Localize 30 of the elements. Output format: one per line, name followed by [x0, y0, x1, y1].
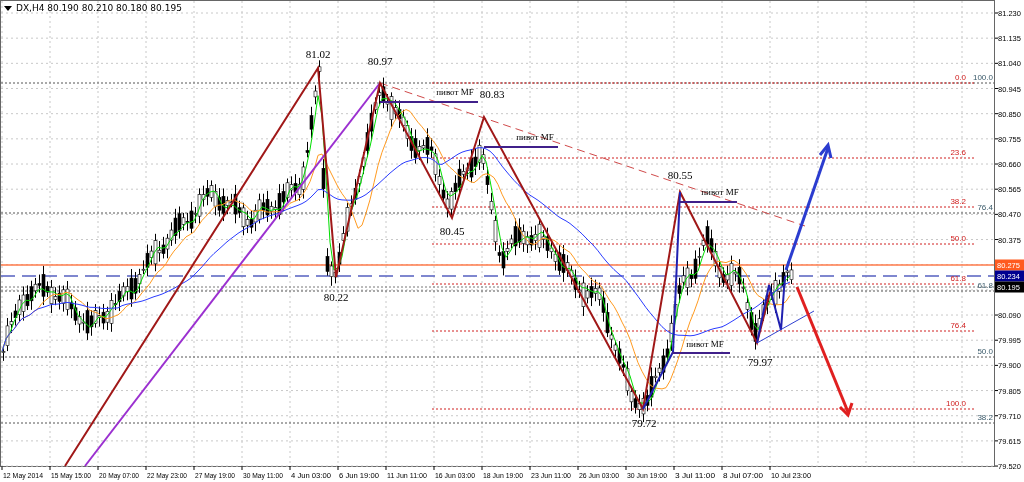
pivot-label: пивот MF [436, 87, 474, 97]
pivot-label: пивот MF [701, 187, 739, 197]
fibonacci-level-label: 61.8 [950, 274, 966, 283]
price-label: 80.45 [439, 225, 465, 237]
price-label: 79.72 [631, 417, 657, 429]
trend-line [756, 310, 815, 344]
price-label: 80.22 [323, 291, 349, 303]
symbol-quote: DX,H4 80.190 80.210 80.180 80.195 [16, 3, 182, 13]
wave-line [756, 275, 786, 344]
fibonacci-level-label: 76.4 [977, 203, 993, 212]
pivot-line [671, 352, 731, 354]
fibonacci-level-label: 76.4 [950, 321, 966, 330]
fibonacci-level-label: 38.2 [977, 413, 993, 422]
price-label: 80.97 [367, 55, 393, 67]
fibonacci-level-label: 38.2 [950, 197, 966, 206]
pivot-line [679, 201, 738, 203]
fibonacci-level-label: 0.0 [954, 73, 966, 82]
price-label: 80.83 [479, 88, 505, 100]
fibonacci-level-label: 100.0 [945, 399, 966, 408]
pivot-label: пивот MF [516, 132, 554, 142]
price-label: 80.55 [667, 169, 693, 181]
fibonacci-level-label: 50.0 [950, 234, 966, 243]
dropdown-icon[interactable] [4, 6, 12, 11]
fibonacci-level-label: 61.8 [977, 281, 993, 290]
fibonacci-level-label: 100.0 [972, 73, 993, 82]
price-label: 81.02 [305, 48, 331, 60]
price-label: 79.97 [747, 356, 773, 368]
fibonacci-level-label: 50.0 [977, 347, 993, 356]
pivot-label: пивот MF [686, 339, 724, 349]
fibonacci-level-label: 23.6 [950, 148, 966, 157]
